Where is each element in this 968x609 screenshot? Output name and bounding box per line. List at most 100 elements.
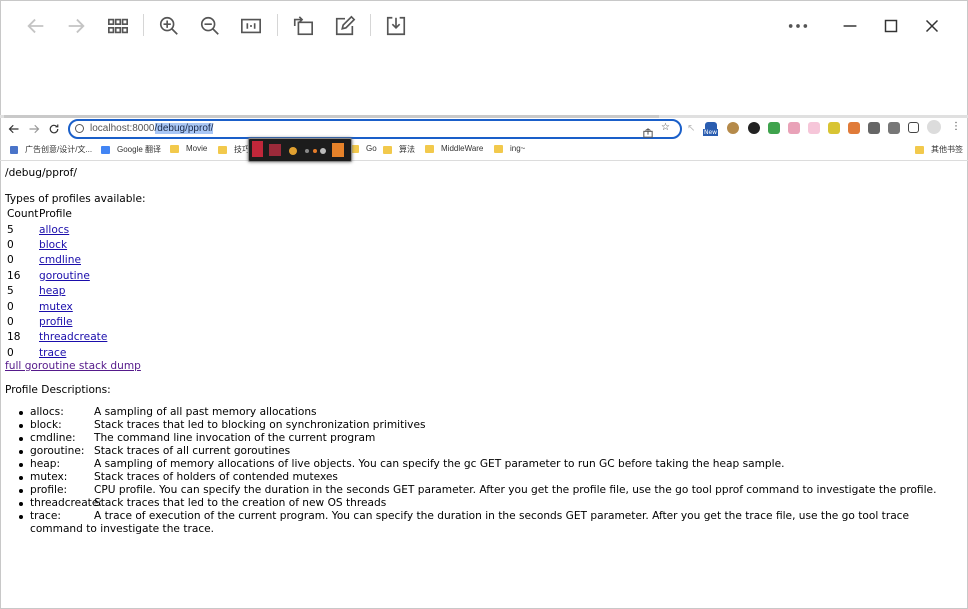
- share-icon[interactable]: [643, 123, 653, 138]
- address-host: localhost:8000: [90, 123, 155, 134]
- forward-arrow-icon[interactable]: [60, 10, 92, 42]
- address-bar[interactable]: localhost:8000/debug/pprof/ ☆: [68, 119, 682, 139]
- extension-icon[interactable]: [808, 122, 820, 134]
- types-heading: Types of profiles available:: [5, 193, 146, 205]
- profile-link-trace[interactable]: trace: [39, 347, 66, 359]
- description-text: Stack traces of all current goroutines: [94, 445, 291, 457]
- more-icon[interactable]: [782, 10, 814, 42]
- bookmark-label: 广告创意/设计/文...: [25, 145, 93, 154]
- folder-icon: [915, 145, 924, 154]
- zoom-in-icon[interactable]: [153, 10, 185, 42]
- browser-content-separator: [0, 160, 968, 161]
- bookmark-star-icon[interactable]: ☆: [661, 122, 670, 134]
- avatar[interactable]: [927, 120, 941, 134]
- table-row: 0 block: [7, 238, 107, 253]
- cursor-extension-icon[interactable]: ↖: [687, 123, 695, 134]
- bookmarks-bar: 广告创意/设计/文... Google 翻译 Movie 技巧 Go 算法 Mi…: [0, 141, 968, 159]
- description-name: mutex:: [30, 471, 68, 483]
- google-translate-icon: [101, 145, 110, 154]
- toolbar-separator: [143, 14, 144, 36]
- maximize-icon[interactable]: [875, 10, 907, 42]
- bookmark-folder[interactable]: MiddleWare: [425, 144, 483, 153]
- bookmark-label: Movie: [186, 144, 208, 153]
- other-bookmarks-folder[interactable]: 其他书签: [915, 144, 963, 155]
- profile-link-goroutine[interactable]: goroutine: [39, 270, 90, 282]
- bookmark-item[interactable]: Google 翻译: [101, 144, 161, 155]
- folder-icon: [494, 144, 503, 153]
- profile-link-threadcreate[interactable]: threadcreate: [39, 331, 107, 343]
- bookmark-folder[interactable]: 技巧: [218, 144, 250, 155]
- edit-icon[interactable]: [329, 10, 361, 42]
- profile-link-allocs[interactable]: allocs: [39, 224, 69, 236]
- reload-icon[interactable]: [46, 121, 62, 137]
- description-text: Stack traces that led to blocking on syn…: [94, 419, 426, 431]
- table-row: 0 trace: [7, 346, 107, 361]
- rotate-icon[interactable]: [287, 10, 319, 42]
- bookmark-label: 其他书签: [931, 145, 963, 154]
- profile-link-mutex[interactable]: mutex: [39, 301, 73, 313]
- address-path: /debug/pprof/: [154, 123, 214, 134]
- bookmark-item[interactable]: 广告创意/设计/文...: [10, 144, 92, 155]
- description-text: Stack traces that led to the creation of…: [94, 497, 387, 509]
- minimize-icon[interactable]: [834, 10, 866, 42]
- overlay-graphic-icon: [252, 141, 344, 157]
- list-item: goroutine: Stack traces of all current go…: [5, 445, 960, 458]
- extension-icon[interactable]: [828, 122, 840, 134]
- toolbar-separator: [277, 14, 278, 36]
- bookmark-folder[interactable]: Movie: [170, 144, 207, 153]
- folder-icon: [218, 145, 227, 154]
- bookmark-folder[interactable]: Go: [350, 144, 377, 153]
- extension-icon[interactable]: [768, 122, 780, 134]
- reading-list-icon[interactable]: [888, 122, 900, 134]
- address-text: localhost:8000/debug/pprof/: [90, 122, 214, 136]
- table-row: 16 goroutine: [7, 269, 107, 284]
- browser-back-icon[interactable]: [6, 121, 22, 137]
- download-icon[interactable]: [380, 10, 412, 42]
- new-extension-icon[interactable]: New: [703, 122, 719, 136]
- extension-icon[interactable]: [848, 122, 860, 134]
- profile-link-block[interactable]: block: [39, 239, 67, 251]
- profile-link-cmdline[interactable]: cmdline: [39, 254, 81, 266]
- table-row: 18 threadcreate: [7, 330, 107, 345]
- extension-icon[interactable]: [748, 122, 760, 134]
- profile-link-profile[interactable]: profile: [39, 316, 72, 328]
- full-goroutine-dump-link[interactable]: full goroutine stack dump: [5, 360, 141, 373]
- viewer-toolbar: [0, 0, 968, 52]
- list-item: heap: A sampling of memory allocations of…: [5, 458, 960, 471]
- bookmark-folder[interactable]: 算法: [383, 144, 415, 155]
- description-name: heap:: [30, 458, 61, 470]
- extension-icon[interactable]: [788, 122, 800, 134]
- zoom-out-icon[interactable]: [194, 10, 226, 42]
- browser-forward-icon[interactable]: [26, 121, 42, 137]
- list-item: cmdline: The command line invocation of t…: [5, 432, 960, 445]
- list-item: profile: CPU profile. You can specify the…: [5, 484, 960, 497]
- back-arrow-icon[interactable]: [20, 10, 52, 42]
- extension-icon[interactable]: [727, 122, 739, 134]
- profile-link-heap[interactable]: heap: [39, 285, 65, 297]
- description-name: block:: [30, 419, 62, 431]
- grid-icon[interactable]: [102, 10, 134, 42]
- browser-nav-row: localhost:8000/debug/pprof/ ☆ ↖ New ⋮: [0, 118, 968, 140]
- folder-icon: [425, 144, 434, 153]
- site-info-icon[interactable]: [75, 124, 84, 133]
- profile-count: 0: [7, 315, 14, 328]
- profile-count: 18: [7, 331, 21, 344]
- side-panel-icon[interactable]: [908, 122, 919, 133]
- profile-count: 0: [7, 254, 14, 267]
- bookmark-label: 算法: [399, 145, 415, 154]
- description-name: profile:: [30, 484, 68, 496]
- table-row: 0 profile: [7, 315, 107, 330]
- description-name: cmdline:: [30, 432, 76, 444]
- close-icon[interactable]: [916, 10, 948, 42]
- profile-count: 0: [7, 300, 14, 313]
- bookmark-folder[interactable]: ing~: [494, 144, 525, 153]
- description-text: A sampling of memory allocations of live…: [94, 458, 785, 470]
- browser-menu-icon[interactable]: ⋮: [951, 121, 961, 132]
- description-name: trace:: [30, 510, 61, 522]
- column-header-count: Count: [7, 208, 39, 221]
- fit-page-icon[interactable]: [235, 10, 267, 42]
- puzzle-icon[interactable]: [868, 122, 880, 134]
- description-text: Stack traces of holders of contended mut…: [94, 471, 338, 483]
- bookmark-label: Go: [366, 144, 377, 153]
- profile-count: 5: [7, 285, 14, 298]
